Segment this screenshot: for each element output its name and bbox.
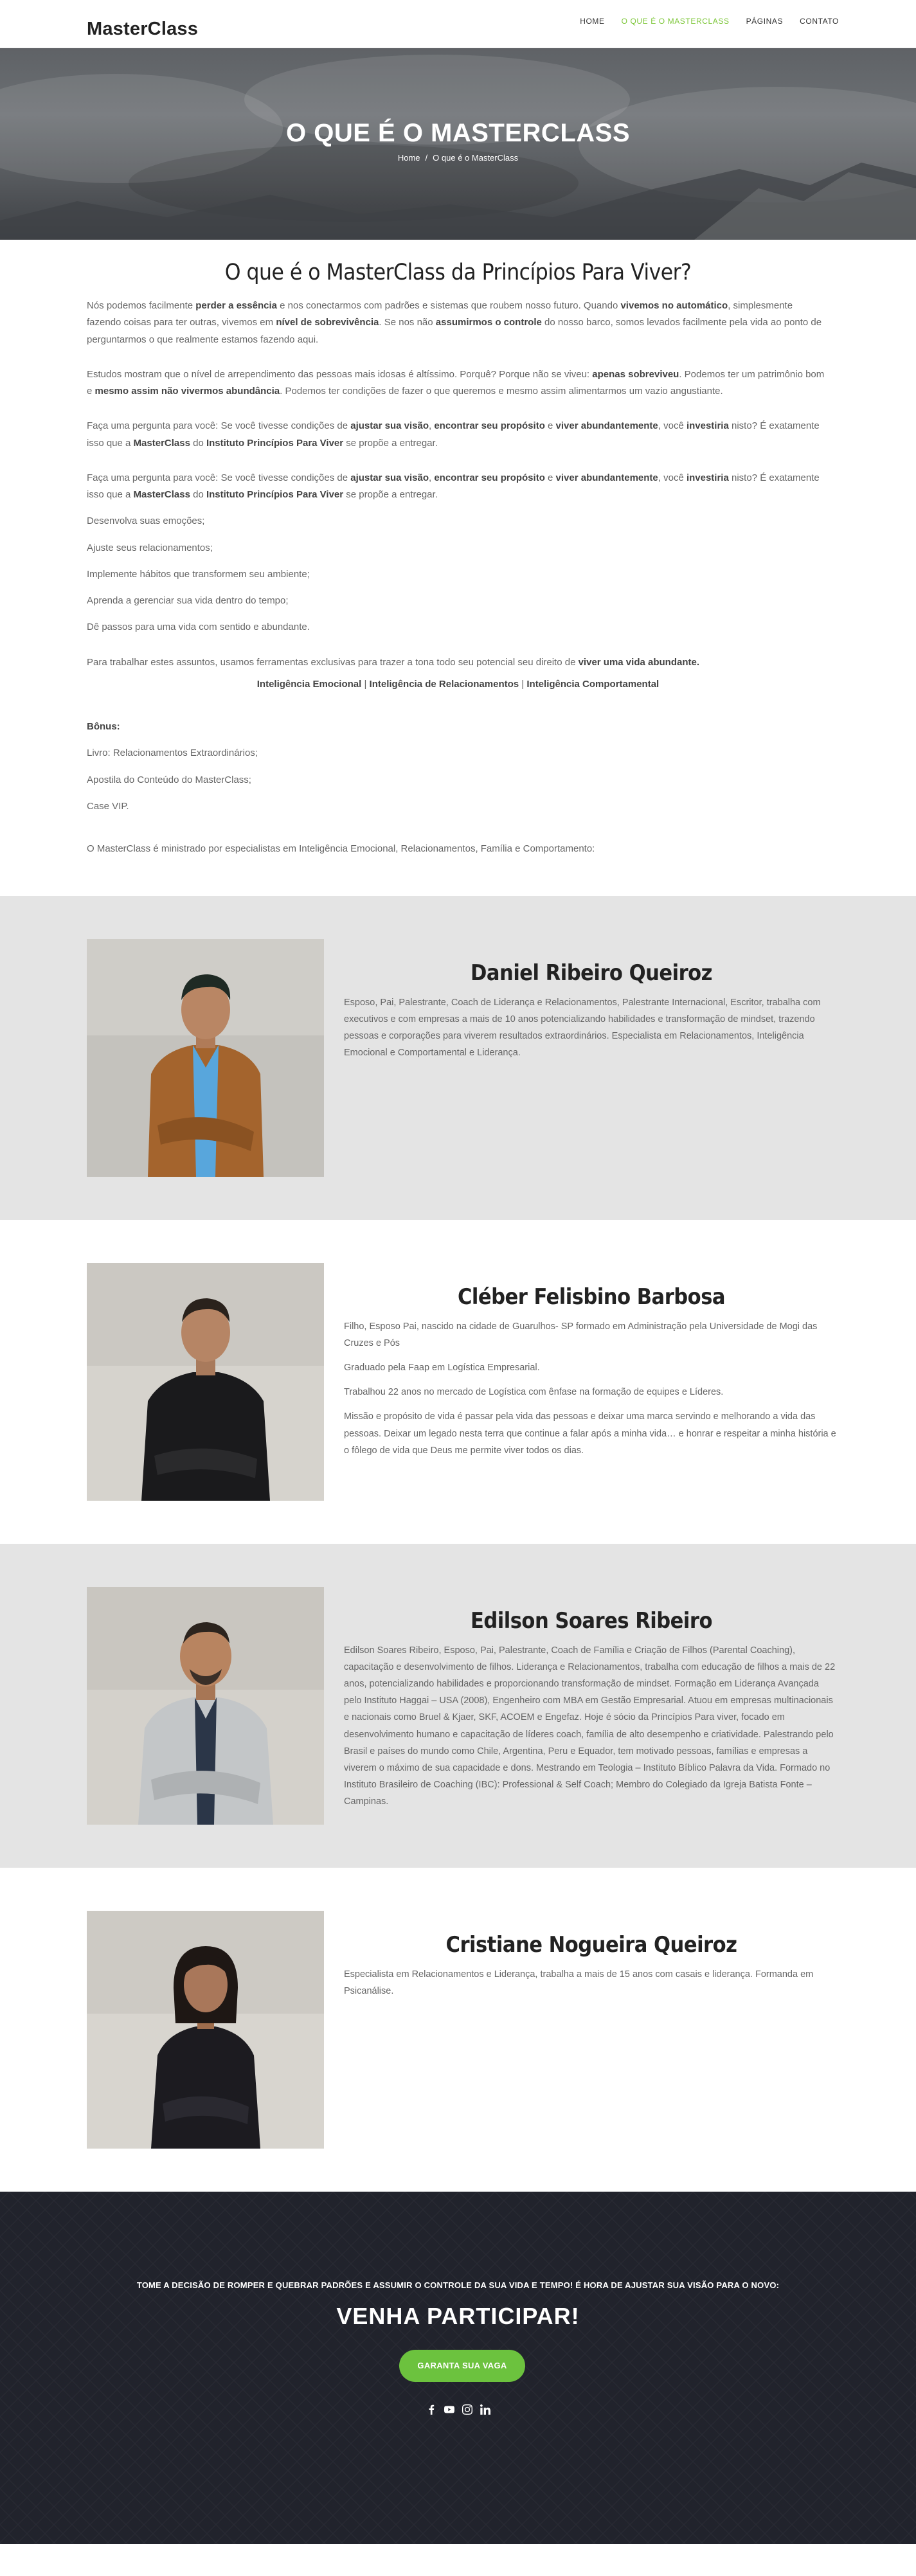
member-name: Daniel Ribeiro Queiroz xyxy=(471,960,712,987)
person-portrait-icon xyxy=(87,1263,324,1501)
cta-section: Tome a decisão de romper e quebrar padrõ… xyxy=(0,2192,916,2545)
bonus-item: Livro: Relacionamentos Extraordinários; xyxy=(87,747,258,759)
benefit-item: Ajuste seus relacionamentos; xyxy=(87,542,213,553)
person-portrait-icon xyxy=(87,939,324,1177)
intelligence-pillars: Inteligência Emocional | Inteligência de… xyxy=(256,678,660,690)
bio-paragraph: Edilson Soares Ribeiro, Esposo, Pai, Pal… xyxy=(344,1645,836,1807)
bio-paragraph: Filho, Esposo Pai, nascido na cidade de … xyxy=(344,1321,818,1349)
intro-paragraph-4: Faça uma pergunta para você: Se você tiv… xyxy=(87,472,820,500)
member-info: Edilson Soares Ribeiro Edilson Soares Ri… xyxy=(344,1608,839,1818)
site-logo[interactable]: MasterClass xyxy=(87,13,198,46)
bio-paragraph: Especialista em Relacionamentos e Lidera… xyxy=(344,1969,814,1997)
member-info: Cristiane Nogueira Queiroz Especialista … xyxy=(344,1932,839,2007)
instagram-icon[interactable] xyxy=(462,2404,473,2415)
breadcrumb-separator: / xyxy=(425,153,428,163)
bonus-item: Apostila do Conteúdo do MasterClass; xyxy=(87,774,251,785)
bio-paragraph: Trabalhou 22 anos no mercado de Logístic… xyxy=(344,1387,724,1398)
youtube-icon[interactable] xyxy=(444,2404,455,2415)
person-portrait-icon xyxy=(87,1911,324,2149)
nav-contato[interactable]: CONTATO xyxy=(800,15,839,27)
member-info: Cléber Felisbino Barbosa Filho, Esposo P… xyxy=(344,1284,839,1466)
team-member-edilson: Edilson Soares Ribeiro Edilson Soares Ri… xyxy=(0,1544,916,1868)
hero-title: O QUE É O MASTERCLASS xyxy=(286,119,630,147)
closing-paragraph: O MasterClass é ministrado por especiali… xyxy=(87,843,595,854)
page-hero: O QUE É O MASTERCLASS Home / O que é o Mas… xyxy=(0,48,916,240)
facebook-icon[interactable] xyxy=(426,2404,437,2415)
team-member-cleber: Cléber Felisbino Barbosa Filho, Esposo P… xyxy=(0,1220,916,1544)
bio-paragraph: Esposo, Pai, Palestrante, Coach de Lider… xyxy=(344,997,821,1059)
member-bio: Filho, Esposo Pai, nascido na cidade de … xyxy=(344,1318,839,1459)
bio-paragraph: Graduado pela Faap em Logística Empresar… xyxy=(344,1363,540,1373)
member-bio: Esposo, Pai, Palestrante, Coach de Lider… xyxy=(344,994,839,1061)
bio-paragraph: Missão e propósito de vida é passar pela… xyxy=(344,1411,836,1456)
bonus-title: Bônus: xyxy=(87,721,120,732)
cta-title: VENHA PARTICIPAR! xyxy=(336,2303,580,2330)
member-bio: Especialista em Relacionamentos e Lidera… xyxy=(344,1966,839,1999)
benefit-item: Desenvolva suas emoções; xyxy=(87,515,205,527)
member-photo xyxy=(87,1263,324,1501)
member-name: Cléber Felisbino Barbosa xyxy=(457,1284,726,1310)
intro-paragraph-1: Nós podemos facilmente perder a essência… xyxy=(87,300,822,345)
benefit-item: Aprenda a gerenciar sua vida dentro do t… xyxy=(87,595,289,606)
tools-paragraph: Para trabalhar estes assuntos, usamos fe… xyxy=(87,656,699,668)
member-photo xyxy=(87,939,324,1177)
benefit-item: Implemente hábitos que transformem seu a… xyxy=(87,568,310,580)
breadcrumb-current: O que é o MasterClass xyxy=(433,153,519,163)
social-links xyxy=(0,2404,916,2415)
team-member-daniel: Daniel Ribeiro Queiroz Esposo, Pai, Pale… xyxy=(0,896,916,1221)
nav-o-que-e-o-masterclass[interactable]: O QUE É O MASTERCLASS xyxy=(622,15,730,27)
main-nav: HOME O QUE É O MASTERCLASS PÁGINAS CONTA… xyxy=(563,15,839,27)
breadcrumb-home[interactable]: Home xyxy=(398,153,420,163)
member-info: Daniel Ribeiro Queiroz Esposo, Pai, Pale… xyxy=(344,960,839,1069)
navbar: MasterClass HOME O QUE É O MASTERCLASS P… xyxy=(0,0,916,48)
cta-tagline: Tome a decisão de romper e quebrar padrõ… xyxy=(136,2280,780,2291)
member-photo xyxy=(87,1587,324,1825)
nav-home[interactable]: HOME xyxy=(580,15,604,27)
intro-paragraph-2: Estudos mostram que o nível de arrependi… xyxy=(87,368,825,397)
member-photo xyxy=(87,1911,324,2149)
intro-paragraph-3: Faça uma pergunta para você: Se você tiv… xyxy=(87,420,820,449)
team-member-cristiane: Cristiane Nogueira Queiroz Especialista … xyxy=(0,1868,916,2192)
breadcrumb: Home / O que é o MasterClass xyxy=(0,151,916,166)
benefit-item: Dê passos para uma vida com sentido e ab… xyxy=(87,622,310,633)
person-portrait-icon xyxy=(87,1587,324,1825)
member-name: Edilson Soares Ribeiro xyxy=(470,1608,713,1634)
member-name: Cristiane Nogueira Queiroz xyxy=(445,1932,737,1958)
intro-title: O que é o MasterClass da Princípios Para… xyxy=(224,260,692,285)
member-bio: Edilson Soares Ribeiro, Esposo, Pai, Pal… xyxy=(344,1642,839,1810)
intro-section: O que é o MasterClass da Princípios Para… xyxy=(0,240,916,896)
bonus-item: Case VIP. xyxy=(87,800,129,812)
linkedin-icon[interactable] xyxy=(480,2404,491,2415)
garanta-sua-vaga-button[interactable]: GARANTA SUA VAGA xyxy=(399,2350,525,2383)
nav-paginas[interactable]: PÁGINAS xyxy=(746,15,784,27)
